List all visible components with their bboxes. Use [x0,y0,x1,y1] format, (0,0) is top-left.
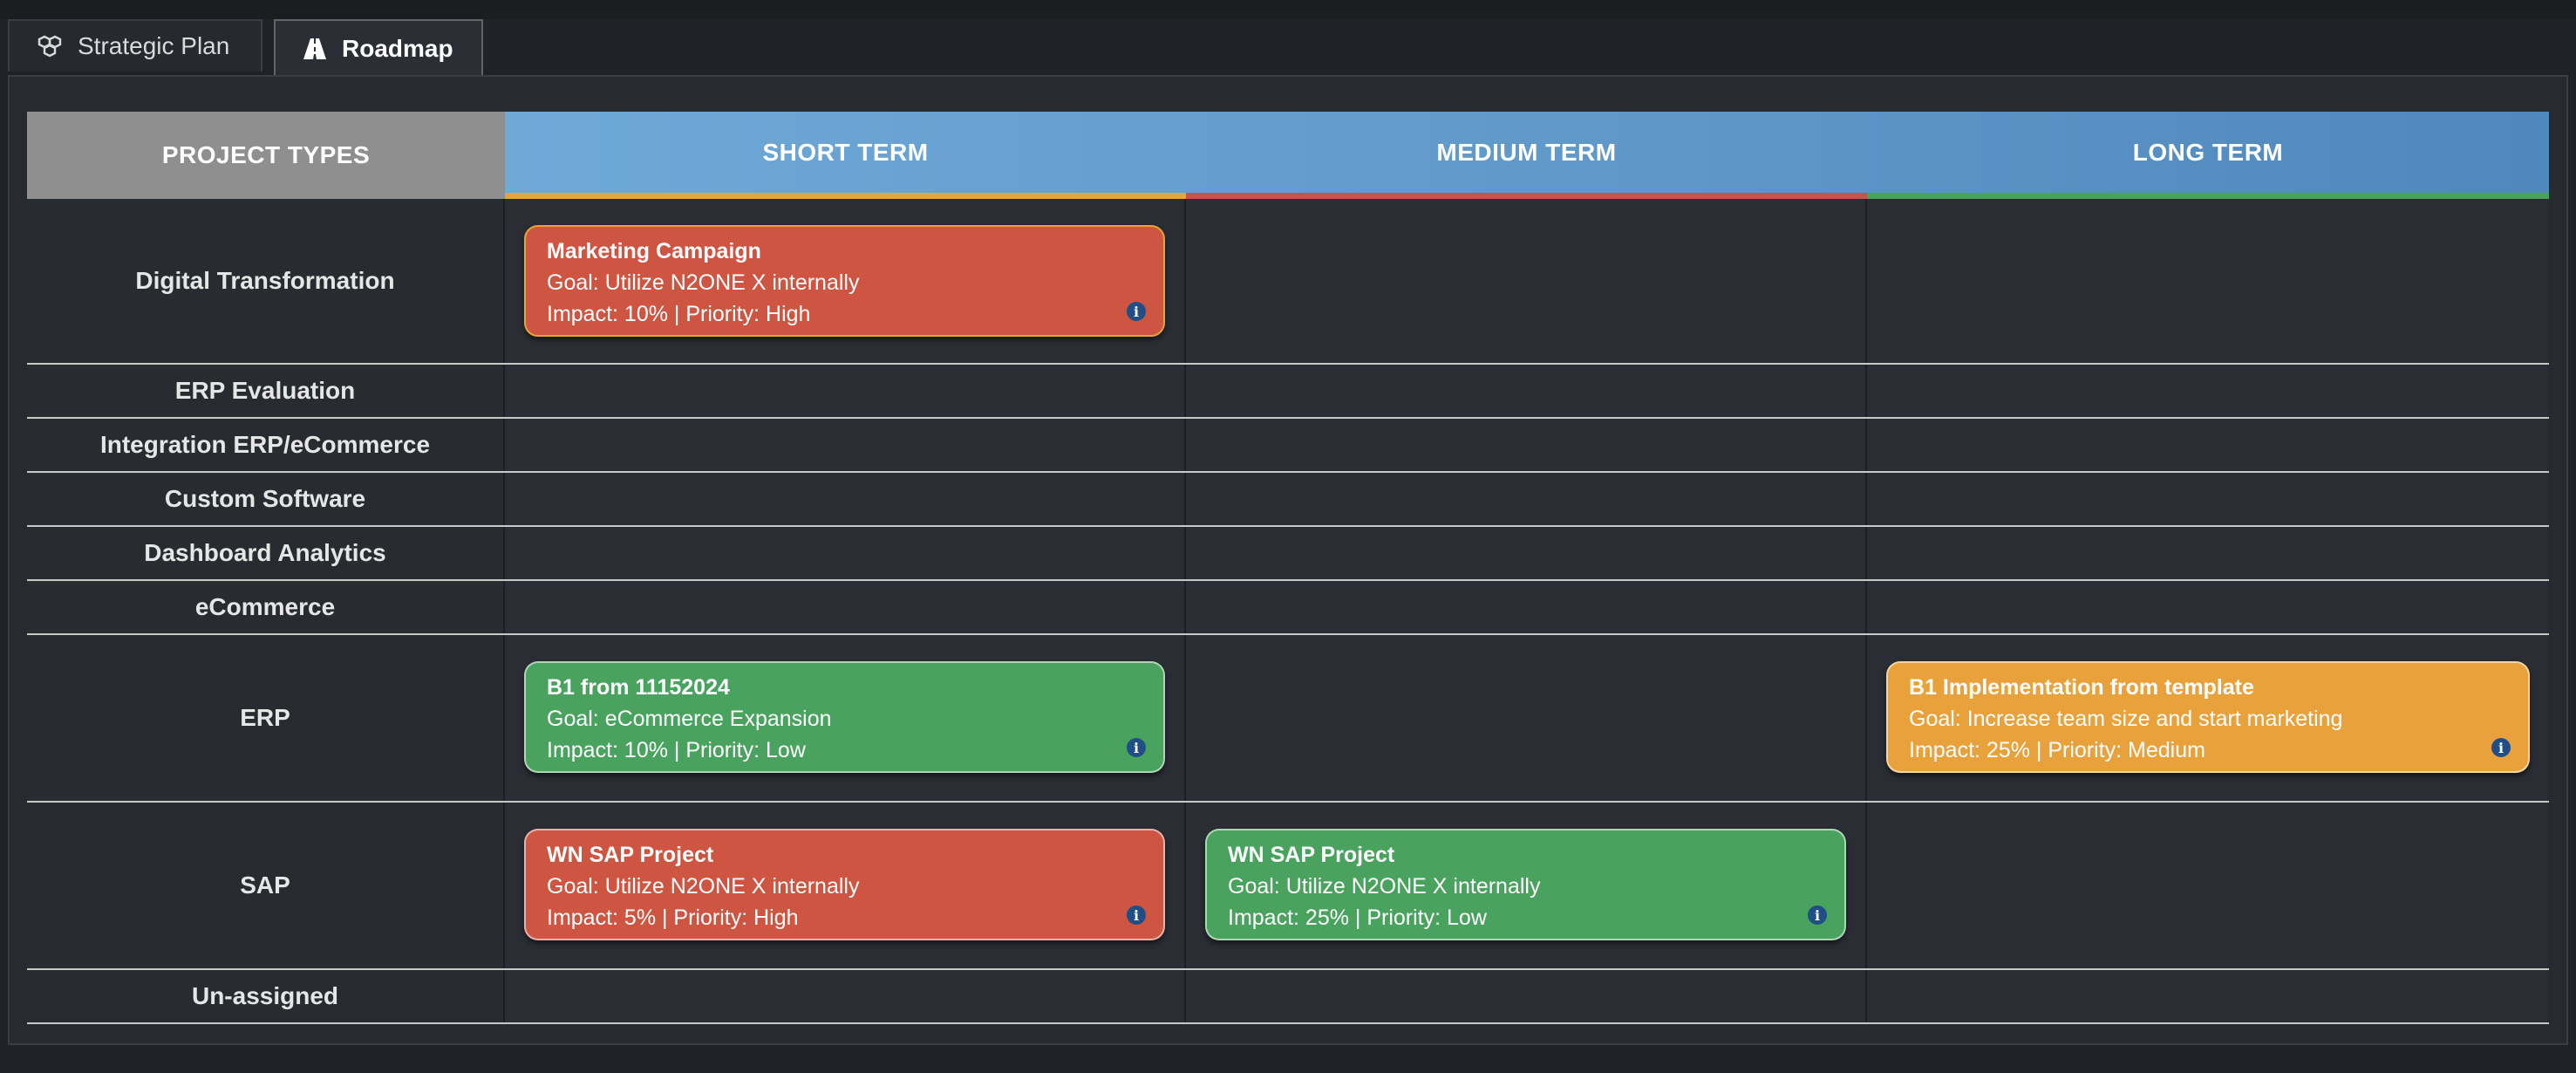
card-meta: Impact: 10% | Priority: High [547,302,811,326]
cell-short-term[interactable]: B1 from 11152024 Goal: eCommerce Expansi… [505,635,1186,801]
card-meta: Impact: 5% | Priority: High [547,906,799,930]
cell-short-term[interactable]: Marketing Campaign Goal: Utilize N2ONE X… [505,199,1186,363]
cell-long-term[interactable] [1867,581,2549,633]
header-project-types: PROJECT TYPES [27,112,505,199]
tab-label: Roadmap [342,35,453,62]
row-dashboard-analytics: Dashboard Analytics [27,527,2549,581]
cell-long-term[interactable] [1867,473,2549,525]
row-sap: SAP WN SAP Project Goal: Utilize N2ONE X… [27,803,2549,970]
row-label: ERP [27,635,505,801]
cell-medium-term[interactable] [1186,199,1867,363]
project-card[interactable]: WN SAP Project Goal: Utilize N2ONE X int… [1205,829,1846,940]
info-icon[interactable]: i [1127,906,1146,925]
cell-long-term[interactable] [1867,970,2549,1022]
info-icon[interactable]: i [2491,738,2511,757]
cell-short-term[interactable] [505,419,1186,471]
info-icon[interactable]: i [1808,906,1827,925]
road-icon [302,38,328,60]
cell-medium-term[interactable] [1186,970,1867,1022]
cell-long-term[interactable] [1867,199,2549,363]
cell-medium-term[interactable] [1186,419,1867,471]
row-erp-evaluation: ERP Evaluation [27,365,2549,419]
project-card[interactable]: B1 Implementation from template Goal: In… [1886,661,2530,773]
row-digital-transformation: Digital Transformation Marketing Campaig… [27,199,2549,365]
row-erp: ERP B1 from 11152024 Goal: eCommerce Exp… [27,635,2549,803]
cell-short-term[interactable]: WN SAP Project Goal: Utilize N2ONE X int… [505,803,1186,968]
row-unassigned: Un-assigned [27,970,2549,1024]
header-medium-term: MEDIUM TERM [1186,112,1867,199]
cell-long-term[interactable] [1867,419,2549,471]
project-card[interactable]: B1 from 11152024 Goal: eCommerce Expansi… [524,661,1165,773]
cell-long-term[interactable] [1867,365,2549,417]
header-short-term: SHORT TERM [505,112,1186,199]
info-icon[interactable]: i [1127,738,1146,757]
cell-long-term[interactable] [1867,527,2549,579]
info-icon[interactable]: i [1127,302,1146,321]
card-goal: Goal: Utilize N2ONE X internally [547,874,860,899]
row-label: SAP [27,803,505,968]
card-title: WN SAP Project [547,843,714,867]
card-goal: Goal: Utilize N2ONE X internally [1228,874,1541,899]
cell-medium-term[interactable]: WN SAP Project Goal: Utilize N2ONE X int… [1186,803,1867,968]
card-meta: Impact: 10% | Priority: Low [547,738,806,762]
card-goal: Goal: eCommerce Expansion [547,707,832,731]
row-label: Custom Software [27,473,505,525]
row-label: Dashboard Analytics [27,527,505,579]
card-title: B1 Implementation from template [1909,675,2254,700]
row-custom-software: Custom Software [27,473,2549,527]
cell-medium-term[interactable] [1186,365,1867,417]
cell-long-term[interactable] [1867,803,2549,968]
row-label: eCommerce [27,581,505,633]
row-label: Integration ERP/eCommerce [27,419,505,471]
cell-medium-term[interactable] [1186,527,1867,579]
cell-medium-term[interactable] [1186,635,1867,801]
tab-label: Strategic Plan [78,32,230,59]
cell-long-term[interactable]: B1 Implementation from template Goal: In… [1867,635,2549,801]
project-card[interactable]: WN SAP Project Goal: Utilize N2ONE X int… [524,829,1165,940]
cell-short-term[interactable] [505,970,1186,1022]
card-meta: Impact: 25% | Priority: Medium [1909,738,2205,762]
card-title: WN SAP Project [1228,843,1395,867]
header-long-term: LONG TERM [1867,112,2549,199]
row-ecommerce: eCommerce [27,581,2549,635]
row-label: Un-assigned [27,970,505,1022]
cell-short-term[interactable] [505,473,1186,525]
cell-short-term[interactable] [505,527,1186,579]
card-title: B1 from 11152024 [547,675,730,700]
cell-short-term[interactable] [505,581,1186,633]
roadmap-panel: PROJECT TYPES SHORT TERM MEDIUM TERM LON… [8,75,2568,1045]
cell-medium-term[interactable] [1186,473,1867,525]
row-label: ERP Evaluation [27,365,505,417]
cubes-icon [36,34,64,58]
tab-strategic-plan[interactable]: Strategic Plan [8,19,262,72]
card-goal: Goal: Increase team size and start marke… [1909,707,2343,731]
row-label: Digital Transformation [27,199,505,363]
project-card[interactable]: Marketing Campaign Goal: Utilize N2ONE X… [524,225,1165,337]
cell-short-term[interactable] [505,365,1186,417]
card-meta: Impact: 25% | Priority: Low [1228,906,1487,930]
tab-roadmap[interactable]: Roadmap [274,19,483,77]
cell-medium-term[interactable] [1186,581,1867,633]
card-goal: Goal: Utilize N2ONE X internally [547,270,860,295]
card-title: Marketing Campaign [547,239,761,263]
row-integration-erp-ecommerce: Integration ERP/eCommerce [27,419,2549,473]
top-strip [0,0,2576,19]
